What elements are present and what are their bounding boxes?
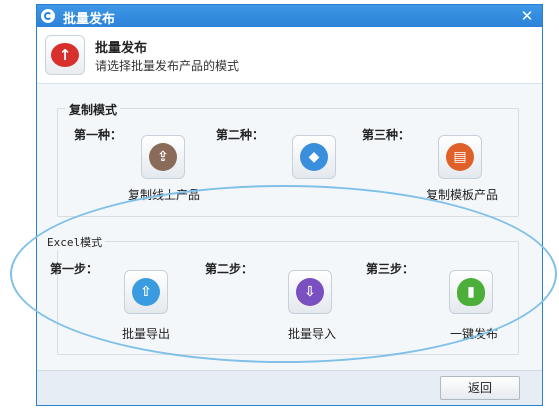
excel-step-3-label: 第三步： (366, 262, 415, 276)
copy-mode-group: 复制模式 第一种： ⇪ 复制线上产品 第二种： ◆ 第三种： ▤ 复制模板产品 (57, 101, 519, 217)
batch-publish-dialog: 批量发布 ✕ ↑ 批量发布 请选择批量发布产品的模式 复制模式 第一种： ⇪ 复… (36, 4, 543, 406)
cube-icon: ◆ (300, 143, 328, 171)
dialog-footer: 返回 (37, 370, 542, 405)
batch-export-button[interactable]: ⇧ (124, 270, 168, 314)
excel-step-2-label: 第二步： (205, 262, 254, 276)
title-bar: 批量发布 ✕ (37, 5, 542, 27)
header-title: 批量发布 (95, 41, 148, 56)
close-button[interactable]: ✕ (518, 7, 536, 25)
batch-import-button[interactable]: ⇩ (288, 270, 332, 314)
header-subtitle: 请选择批量发布产品的模式 (95, 59, 240, 73)
batch-import-label: 批量导入 (288, 327, 337, 341)
copy-online-label: 复制线上产品 (128, 188, 201, 202)
copy-template-label: 复制模板产品 (426, 188, 499, 202)
mouse-icon: ▮ (457, 278, 485, 306)
excel-mode-group: Excel模式 第一步： ⇧ 批量导出 第二步： ⇩ 批量导入 第三步： ▮ 一… (44, 234, 519, 355)
copy-template-icon: ▤ (446, 143, 474, 171)
export-icon: ⇧ (132, 278, 160, 306)
one-click-publish-button[interactable]: ▮ (449, 270, 493, 314)
excel-step-1-label: 第一步： (50, 262, 99, 276)
copy-mode-title: 复制模式 (66, 101, 121, 118)
one-click-publish-label: 一键发布 (450, 327, 499, 341)
window-title: 批量发布 (63, 12, 116, 27)
copy-option-2-button[interactable]: ◆ (292, 135, 336, 179)
dialog-header: ↑ 批量发布 请选择批量发布产品的模式 (37, 27, 542, 84)
app-logo-icon (41, 9, 55, 23)
copy-step-2-label: 第二种： (216, 128, 265, 142)
copy-online-icon: ⇪ (149, 143, 177, 171)
cloud-upload-icon: ↑ (45, 35, 85, 75)
copy-step-3-label: 第三种： (362, 128, 411, 142)
batch-export-label: 批量导出 (122, 327, 171, 341)
copy-template-button[interactable]: ▤ (438, 135, 482, 179)
copy-step-1-label: 第一种： (74, 128, 123, 142)
excel-mode-title: Excel模式 (44, 234, 106, 250)
copy-online-button[interactable]: ⇪ (141, 135, 185, 179)
import-icon: ⇩ (296, 278, 324, 306)
back-button[interactable]: 返回 (440, 376, 520, 400)
